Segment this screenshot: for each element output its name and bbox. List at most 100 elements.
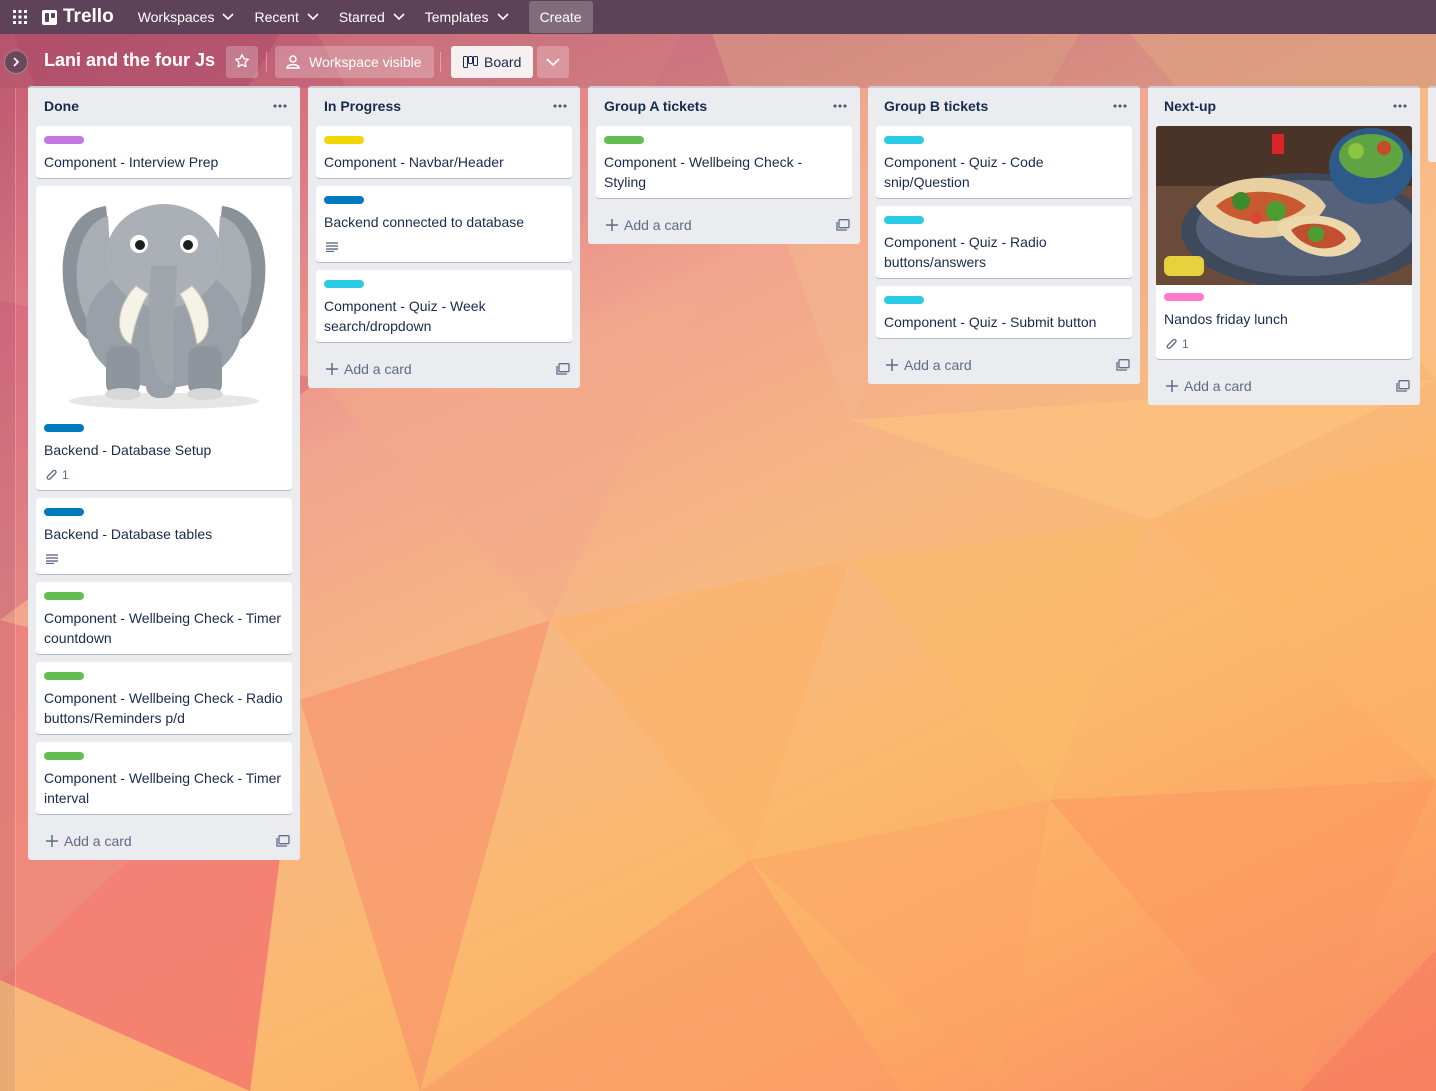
card[interactable]: Backend connected to database	[316, 186, 572, 262]
board-view-icon	[463, 56, 478, 68]
attachment-icon	[1166, 338, 1178, 351]
list-menu-icon[interactable]	[548, 94, 572, 118]
list-footer: Add a card	[1148, 367, 1420, 405]
chevron-down-icon	[307, 13, 319, 21]
card-label[interactable]	[324, 136, 364, 144]
list-menu-icon[interactable]	[1388, 94, 1412, 118]
plus-icon	[886, 359, 898, 371]
card[interactable]: Component - Quiz - Week search/dropdown	[316, 270, 572, 342]
card-label[interactable]	[44, 424, 84, 432]
card[interactable]: Component - Quiz - Submit button	[876, 286, 1132, 338]
workspaces-menu[interactable]: Workspaces	[128, 1, 245, 33]
add-card-button[interactable]: Add a card	[46, 833, 132, 849]
list-done: Done Component - Interview Prep Backend …	[28, 86, 300, 860]
add-card-button[interactable]: Add a card	[1166, 378, 1252, 394]
list-footer: Add a card	[588, 206, 860, 244]
collapsed-sidebar[interactable]	[0, 88, 16, 1091]
board-view-button[interactable]: Board	[451, 46, 534, 78]
trello-logo[interactable]: Trello	[42, 6, 114, 28]
view-switcher-dropdown[interactable]	[537, 46, 569, 78]
workspaces-menu-label: Workspaces	[137, 9, 215, 25]
add-card-button[interactable]: Add a card	[326, 361, 412, 377]
card[interactable]: Backend - Database tables	[36, 498, 292, 574]
top-navigation-bar: Trello Workspaces Recent Starred Templat…	[0, 0, 1436, 34]
app-switcher-icon[interactable]	[10, 7, 30, 27]
list-menu-icon[interactable]	[828, 94, 852, 118]
card-label[interactable]	[884, 296, 924, 304]
templates-menu[interactable]: Templates	[415, 1, 519, 33]
card-label[interactable]	[324, 196, 364, 204]
card-label[interactable]	[604, 136, 644, 144]
templates-menu-label: Templates	[424, 9, 489, 25]
list-title[interactable]: Group B tickets	[884, 98, 988, 114]
card-template-icon[interactable]	[276, 835, 290, 847]
card-label[interactable]	[44, 672, 84, 680]
card[interactable]: Component - Wellbeing Check - Styling	[596, 126, 852, 198]
list-in-progress: In Progress Component - Navbar/Header Ba…	[308, 86, 580, 388]
people-icon	[285, 55, 301, 69]
workspace-visibility-label: Workspace visible	[309, 54, 422, 70]
card-label[interactable]	[884, 136, 924, 144]
add-another-list-button[interactable]	[1428, 86, 1436, 162]
card[interactable]: Component - Navbar/Header	[316, 126, 572, 178]
list-menu-icon[interactable]	[268, 94, 292, 118]
card-label[interactable]	[44, 136, 84, 144]
card-label[interactable]	[1164, 293, 1204, 301]
list-menu-icon[interactable]	[1108, 94, 1132, 118]
recent-menu-label: Recent	[254, 9, 299, 25]
attachment-count: 1	[1182, 337, 1189, 351]
card-title: Component - Wellbeing Check - Timer inte…	[44, 770, 282, 806]
card[interactable]: Component - Wellbeing Check - Timer inte…	[36, 742, 292, 814]
board-view-label: Board	[484, 54, 522, 70]
list-group-a-tickets: Group A tickets Component - Wellbeing Ch…	[588, 86, 860, 244]
card-label[interactable]	[324, 280, 364, 288]
card[interactable]: Component - Quiz - Radio buttons/answers	[876, 206, 1132, 278]
card[interactable]: Component - Quiz - Code snip/Question	[876, 126, 1132, 198]
add-card-label: Add a card	[64, 833, 132, 849]
card-cover-image	[1156, 126, 1412, 289]
chevron-down-icon	[496, 13, 509, 21]
card-template-icon[interactable]	[1116, 359, 1130, 371]
card-template-icon[interactable]	[556, 363, 570, 375]
list-group-b-tickets: Group B tickets Component - Quiz - Code …	[868, 86, 1140, 384]
list-title[interactable]: Done	[44, 98, 79, 114]
plus-icon	[46, 835, 58, 847]
create-button[interactable]: Create	[528, 1, 593, 33]
list-title[interactable]: Next-up	[1164, 98, 1216, 114]
workspace-visibility-button[interactable]: Workspace visible	[275, 46, 434, 78]
card[interactable]: Component - Wellbeing Check - Timer coun…	[36, 582, 292, 654]
list-header: In Progress	[308, 86, 580, 126]
attachment-icon	[46, 469, 58, 482]
list-title[interactable]: In Progress	[324, 98, 401, 114]
card[interactable]: Component - Interview Prep	[36, 126, 292, 178]
sidebar-expand-button[interactable]	[4, 50, 28, 74]
board-title[interactable]: Lani and the four Js	[44, 50, 215, 71]
plus-icon	[606, 219, 618, 231]
card-template-icon[interactable]	[1396, 380, 1410, 392]
star-board-button[interactable]	[226, 46, 258, 78]
card-badges: 1	[44, 466, 284, 484]
card-label[interactable]	[884, 216, 924, 224]
card-title: Component - Quiz - Code snip/Question	[884, 154, 1044, 190]
card-label[interactable]	[44, 508, 84, 516]
card[interactable]: Backend - Database Setup 1	[36, 186, 292, 490]
card-title: Component - Wellbeing Check - Timer coun…	[44, 610, 282, 646]
card[interactable]: Nandos friday lunch 1	[1156, 126, 1412, 359]
card-template-icon[interactable]	[836, 219, 850, 231]
add-card-button[interactable]: Add a card	[606, 217, 692, 233]
recent-menu[interactable]: Recent	[244, 1, 328, 33]
plus-icon	[1166, 380, 1178, 392]
add-card-label: Add a card	[344, 361, 412, 377]
card-label[interactable]	[44, 592, 84, 600]
starred-menu[interactable]: Starred	[329, 1, 415, 33]
card-title: Component - Quiz - Submit button	[884, 314, 1097, 330]
list-next-up: Next-up Nandos friday lunch 1 Add a card	[1148, 86, 1420, 405]
card-title: Component - Quiz - Week search/dropdown	[324, 298, 486, 334]
card[interactable]: Component - Wellbeing Check - Radio butt…	[36, 662, 292, 734]
add-card-button[interactable]: Add a card	[886, 357, 972, 373]
card-badges	[324, 238, 564, 256]
add-card-label: Add a card	[1184, 378, 1252, 394]
card-label[interactable]	[44, 752, 84, 760]
list-title[interactable]: Group A tickets	[604, 98, 707, 114]
attachment-count: 1	[62, 468, 69, 482]
